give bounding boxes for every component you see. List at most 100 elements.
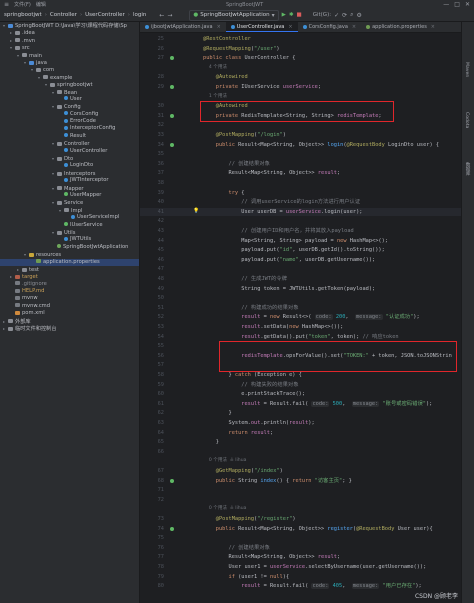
- code-line[interactable]: 58 } catch (Exception e) {: [140, 371, 461, 379]
- tree-item[interactable]: ErrorCode: [0, 118, 139, 125]
- editor-tab[interactable]: UserController.java ×: [225, 22, 298, 32]
- code-line[interactable]: 53 result.setData(new HashMap<>());: [140, 323, 461, 331]
- stop-icon[interactable]: ■: [297, 12, 302, 18]
- code-line[interactable]: 41 User userDB = userService.login(user)…: [140, 207, 461, 216]
- code-line[interactable]: 64 return result;: [140, 429, 461, 437]
- code-line[interactable]: 33 @PostMapping("/login"): [140, 131, 461, 139]
- tree-item[interactable]: ▾ Utils: [0, 229, 139, 236]
- app-menu-icon[interactable]: ≡: [4, 1, 9, 8]
- code-line[interactable]: 52 result = new Result<>( code: 200, mes…: [140, 313, 461, 321]
- tree-item[interactable]: IUserService: [0, 222, 139, 229]
- tree-item[interactable]: CorsConfig: [0, 111, 139, 118]
- editor-tab[interactable]: ijbootJwtApplication.java ×: [140, 22, 226, 32]
- code-line[interactable]: 45 payload.put("id", userDB.getId().toSt…: [140, 246, 461, 254]
- tree-item[interactable]: ▾ main: [0, 52, 139, 59]
- code-line[interactable]: 78 User user1 = userService.selectByUser…: [140, 563, 461, 571]
- close-icon[interactable]: ✕: [465, 1, 470, 8]
- forward-arrow-icon[interactable]: →: [167, 12, 172, 19]
- code-line[interactable]: 63 System.out.println(result);: [140, 419, 461, 427]
- codota-tool-button[interactable]: Codota: [464, 112, 469, 128]
- tree-item[interactable]: ▾ resources: [0, 251, 139, 258]
- code-line[interactable]: 59 // 构建失败的结果对象: [140, 381, 461, 389]
- tree-item[interactable]: ▸ test: [0, 266, 139, 273]
- tree-item[interactable]: ▸ .mvn: [0, 37, 139, 44]
- tree-item[interactable]: pom.xml: [0, 310, 139, 317]
- code-line[interactable]: 48 // 生成JWT的令牌: [140, 275, 461, 283]
- close-tab-icon[interactable]: ×: [288, 24, 292, 30]
- tree-item[interactable]: ▾ com: [0, 66, 139, 73]
- tree-item[interactable]: JWTInterceptor: [0, 177, 139, 184]
- code-line[interactable]: 32: [140, 121, 461, 129]
- code-line[interactable]: 26 @RequestMapping("/user"): [140, 45, 461, 53]
- code-line[interactable]: 72: [140, 496, 461, 504]
- tree-item[interactable]: ▾ Bean: [0, 89, 139, 96]
- close-tab-icon[interactable]: ×: [217, 24, 221, 30]
- breadcrumb-package[interactable]: Controller: [50, 12, 77, 18]
- tree-item[interactable]: ▸ target: [0, 273, 139, 280]
- back-arrow-icon[interactable]: ←: [159, 12, 164, 19]
- settings-icon[interactable]: ⚙: [357, 12, 362, 19]
- code-editor[interactable]: 25 @RestController 26 @RequestMapping("/use…: [140, 33, 461, 603]
- code-line[interactable]: 54 result.getData().put("token", token);…: [140, 333, 461, 341]
- code-line[interactable]: 37 Result<Map<String, Object>> result;: [140, 169, 461, 177]
- tree-item[interactable]: ▾ springbootjwt: [0, 81, 139, 88]
- code-line[interactable]: 66: [140, 448, 461, 456]
- code-line[interactable]: 46 payload.put("name", userDB.getUsernam…: [140, 256, 461, 264]
- gutter-bean-marker-icon[interactable]: [170, 526, 174, 531]
- tree-item[interactable]: UserMapper: [0, 192, 139, 199]
- code-line[interactable]: 74 public Result<Map<String, Object>> re…: [140, 525, 461, 533]
- tree-item[interactable]: ▾ Config: [0, 103, 139, 110]
- tree-item[interactable]: ▾ Mapper: [0, 185, 139, 192]
- tree-item[interactable]: ▾ src: [0, 44, 139, 51]
- tree-item[interactable]: .gitignore: [0, 281, 139, 288]
- code-line[interactable]: 68 public String index() { return "访客主页"…: [140, 477, 461, 485]
- tree-item[interactable]: ▸ .idea: [0, 29, 139, 36]
- tree-item[interactable]: ▾ Interceptors: [0, 170, 139, 177]
- code-line[interactable]: 28 @Autowired: [140, 73, 461, 81]
- code-line[interactable]: 47: [140, 265, 461, 273]
- tree-item[interactable]: InterceptorConfig: [0, 125, 139, 132]
- gutter-bean-marker-icon[interactable]: [170, 85, 174, 89]
- lightbulb-icon[interactable]: 💡: [193, 208, 199, 214]
- editor-tab[interactable]: application.properties ×: [361, 22, 440, 32]
- menu-edit[interactable]: 编辑: [36, 1, 46, 8]
- breadcrumb-method[interactable]: login: [133, 12, 146, 18]
- gutter-bean-marker-icon[interactable]: [170, 113, 174, 118]
- code-line[interactable]: 67 @GetMapping("/index"): [140, 467, 461, 475]
- usage-hint[interactable]: 4 个用法: [140, 64, 461, 72]
- tree-item[interactable]: ▾ SpringBootJWT D:\Java\学习\课程代码存储\Sp: [0, 22, 139, 29]
- debug-icon[interactable]: ✱: [289, 12, 294, 18]
- close-tab-icon[interactable]: ×: [352, 24, 356, 30]
- code-line[interactable]: 60 e.printStackTrace();: [140, 390, 461, 398]
- git-update-icon[interactable]: ✓: [334, 12, 339, 19]
- menu-file[interactable]: 文件(F): [14, 1, 31, 8]
- run-icon[interactable]: ▶: [282, 12, 286, 18]
- code-line[interactable]: 61 result = Result.fail( code: 500, mess…: [140, 400, 461, 408]
- code-line[interactable]: 75: [140, 534, 461, 542]
- breadcrumb-project[interactable]: springbootjwt: [4, 12, 42, 18]
- tree-item[interactable]: ▸ 临时文件和控制台: [0, 325, 139, 332]
- code-line[interactable]: 76 // 创建结果对象: [140, 544, 461, 552]
- code-line[interactable]: 42: [140, 217, 461, 225]
- minimize-icon[interactable]: —: [443, 1, 449, 8]
- usage-hint[interactable]: 0 个用法 ≗ lihua: [140, 505, 461, 513]
- tree-item[interactable]: application.properties: [0, 258, 139, 266]
- tree-item[interactable]: UserServiceImpl: [0, 214, 139, 221]
- tree-item[interactable]: mvnw: [0, 295, 139, 302]
- code-line[interactable]: 73 @PostMapping("/register"): [140, 515, 461, 523]
- tree-item[interactable]: LoginDto: [0, 162, 139, 169]
- tree-item[interactable]: mvnw.cmd: [0, 303, 139, 310]
- database-tool-button[interactable]: 数据库: [464, 162, 470, 176]
- editor-tab[interactable]: CorsConfig.java ×: [298, 22, 362, 32]
- code-line[interactable]: 29 private IUserService userService;: [140, 83, 461, 91]
- tree-item[interactable]: ▾ Service: [0, 199, 139, 206]
- code-line[interactable]: 80 result = Result.fail( code: 405, mess…: [140, 582, 461, 590]
- tree-item[interactable]: UserController: [0, 148, 139, 155]
- tree-item[interactable]: JWTUtils: [0, 236, 139, 243]
- run-configuration-selector[interactable]: ● SpringBootJwtApplication ▾: [189, 9, 279, 21]
- code-line[interactable]: 65 }: [140, 438, 461, 446]
- code-line[interactable]: 77 Result<Map<String, Object>> result;: [140, 553, 461, 561]
- code-line[interactable]: 25 @RestController: [140, 35, 461, 43]
- tree-item[interactable]: ▾ Dto: [0, 155, 139, 162]
- code-line[interactable]: 43 // 创建用户ID和用户名，并将其放入payload: [140, 227, 461, 235]
